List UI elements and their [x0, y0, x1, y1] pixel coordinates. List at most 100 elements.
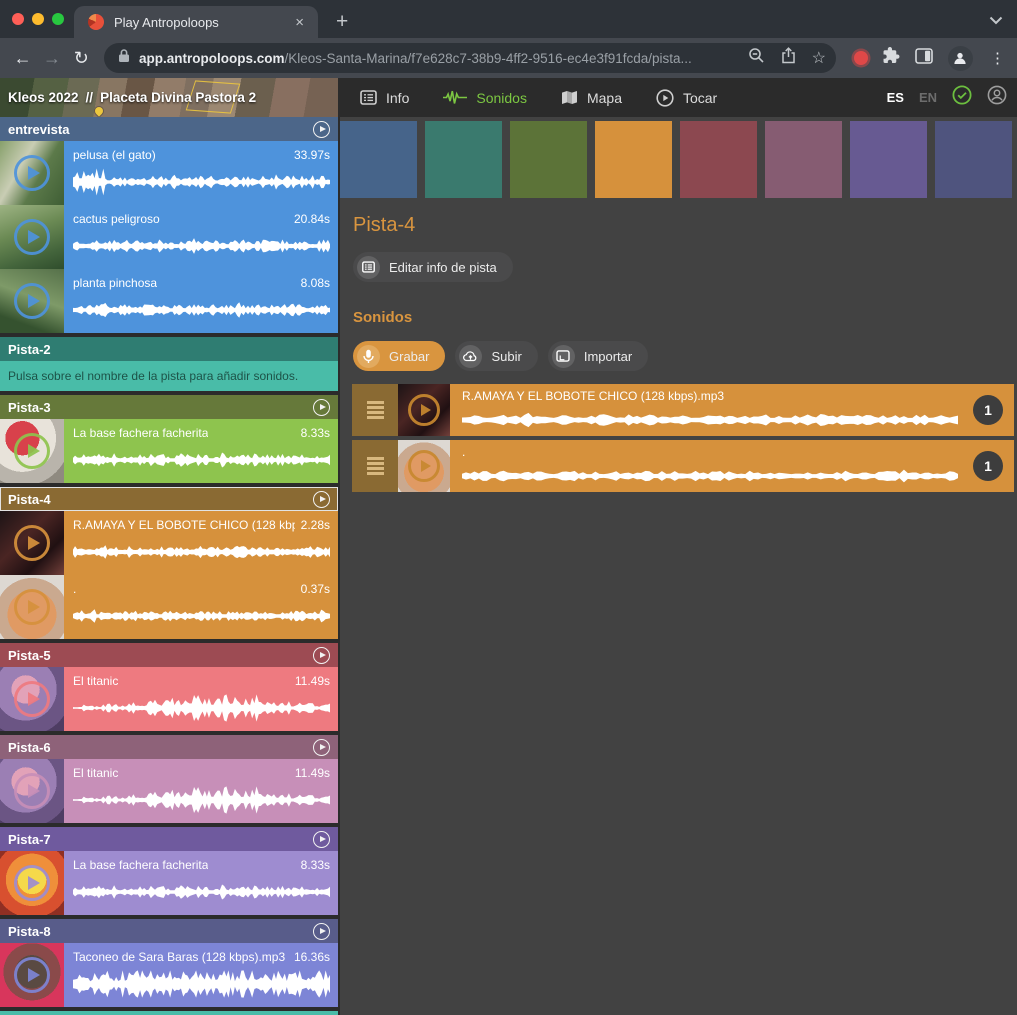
- extensions-puzzle-icon[interactable]: [883, 47, 900, 69]
- drag-handle-icon[interactable]: [352, 440, 398, 492]
- tab-close-icon[interactable]: ×: [291, 14, 308, 31]
- clip-thumbnail[interactable]: [0, 511, 64, 575]
- clip-play-icon[interactable]: [14, 681, 50, 717]
- sound-row-ramaya[interactable]: R.AMAYA Y EL BOBOTE CHICO (128 kbps).mp3…: [352, 384, 1014, 436]
- address-bar[interactable]: app.antropoloops.com/Kleos-Santa-Marina/…: [104, 43, 836, 73]
- track-play-button[interactable]: [313, 491, 330, 508]
- breadcrumb-project[interactable]: Kleos 2022: [8, 90, 79, 105]
- clip-el-titanic[interactable]: El titanic11.49s: [0, 667, 338, 731]
- clip-thumbnail[interactable]: [0, 667, 64, 731]
- clip-dot[interactable]: .0.37s: [0, 575, 338, 639]
- clip-play-icon[interactable]: [14, 433, 50, 469]
- track-name: Pista-2: [8, 342, 330, 357]
- clip-play-icon[interactable]: [14, 155, 50, 191]
- reload-button[interactable]: ↻: [69, 43, 94, 73]
- breadcrumb[interactable]: Kleos 2022 // Placeta Divina Pastora 2: [0, 78, 338, 117]
- clip-title: Taconeo de Sara Baras (128 kbps).mp3: [73, 950, 285, 964]
- profile-avatar[interactable]: [948, 46, 973, 71]
- track-play-button[interactable]: [313, 831, 330, 848]
- breadcrumb-page[interactable]: Placeta Divina Pastora 2: [100, 90, 256, 105]
- clip-thumbnail[interactable]: [0, 759, 64, 823]
- track-header-pista-7[interactable]: Pista-7: [0, 827, 338, 851]
- clip-play-icon[interactable]: [14, 525, 50, 561]
- track-play-button[interactable]: [313, 923, 330, 940]
- clip-ramaya[interactable]: R.AMAYA Y EL BOBOTE CHICO (128 kbps)....…: [0, 511, 338, 575]
- clip-play-icon[interactable]: [14, 283, 50, 319]
- recorder-extension-icon[interactable]: [854, 51, 868, 65]
- clip-play-icon[interactable]: [14, 957, 50, 993]
- side-panel-icon[interactable]: [915, 48, 933, 69]
- tab-search-chevron-icon[interactable]: [989, 12, 1003, 30]
- track-header-entrevista[interactable]: entrevista: [0, 117, 338, 141]
- track-header-pista-4[interactable]: Pista-4: [0, 487, 338, 511]
- swatch-track-8[interactable]: [935, 121, 1012, 198]
- sound-count-badge[interactable]: 1: [973, 395, 1003, 425]
- track-play-button[interactable]: [313, 647, 330, 664]
- sound-list: R.AMAYA Y EL BOBOTE CHICO (128 kbps).mp3…: [352, 384, 1014, 492]
- import-button[interactable]: Importar: [548, 341, 648, 371]
- clip-play-icon[interactable]: [14, 589, 50, 625]
- sound-row-dot[interactable]: . 1: [352, 440, 1014, 492]
- swatch-track-3[interactable]: [510, 121, 587, 198]
- clip-la-base-fachera-2[interactable]: La base fachera facherita8.33s: [0, 851, 338, 915]
- clip-thumbnail[interactable]: [0, 851, 64, 915]
- back-button[interactable]: ←: [10, 43, 35, 73]
- track-play-button[interactable]: [313, 121, 330, 138]
- clip-thumbnail[interactable]: [0, 269, 64, 333]
- drag-handle-icon[interactable]: [352, 384, 398, 436]
- clip-thumbnail[interactable]: [0, 419, 64, 483]
- sound-count-badge[interactable]: 1: [973, 451, 1003, 481]
- window-minimize-button[interactable]: [32, 13, 44, 25]
- account-icon[interactable]: [987, 85, 1007, 110]
- bookmark-star-icon[interactable]: ☆: [812, 48, 826, 68]
- clip-el-titanic-2[interactable]: El titanic11.49s: [0, 759, 338, 823]
- tab-info[interactable]: Info: [360, 90, 409, 106]
- clip-planta[interactable]: planta pinchosa8.08s: [0, 269, 338, 333]
- forward-button[interactable]: →: [39, 43, 64, 73]
- share-icon[interactable]: [781, 47, 796, 69]
- upload-button[interactable]: Subir: [455, 341, 537, 371]
- sound-play-icon[interactable]: [408, 450, 440, 482]
- sound-thumbnail[interactable]: [398, 440, 450, 492]
- clip-thumbnail[interactable]: [0, 205, 64, 269]
- track-header-pista-3[interactable]: Pista-3: [0, 395, 338, 419]
- track-header-pista-6[interactable]: Pista-6: [0, 735, 338, 759]
- record-button[interactable]: Grabar: [353, 341, 445, 371]
- lang-es[interactable]: ES: [887, 90, 904, 105]
- tab-tocar[interactable]: Tocar: [656, 89, 717, 107]
- sound-play-icon[interactable]: [408, 394, 440, 426]
- lang-en[interactable]: EN: [919, 90, 937, 105]
- sound-thumbnail[interactable]: [398, 384, 450, 436]
- browser-tab[interactable]: Play Antropoloops ×: [74, 6, 318, 38]
- new-tab-button[interactable]: +: [336, 8, 348, 36]
- sync-check-icon[interactable]: [952, 85, 972, 110]
- track-header-pista-2[interactable]: Pista-2: [0, 337, 338, 361]
- zoom-out-icon[interactable]: [748, 47, 765, 69]
- clip-play-icon[interactable]: [14, 219, 50, 255]
- track-header-pista-5[interactable]: Pista-5: [0, 643, 338, 667]
- clip-play-icon[interactable]: [14, 865, 50, 901]
- clip-thumbnail[interactable]: [0, 575, 64, 639]
- swatch-track-1[interactable]: [340, 121, 417, 198]
- browser-menu-icon[interactable]: ⋮: [988, 49, 1007, 67]
- swatch-track-4[interactable]: [595, 121, 672, 198]
- track-header-pista-8[interactable]: Pista-8: [0, 919, 338, 943]
- swatch-track-2[interactable]: [425, 121, 502, 198]
- clip-la-base-fachera[interactable]: La base fachera facherita8.33s: [0, 419, 338, 483]
- clip-pelusa[interactable]: pelusa (el gato)33.97s: [0, 141, 338, 205]
- tab-mapa[interactable]: Mapa: [561, 90, 622, 106]
- clip-play-icon[interactable]: [14, 773, 50, 809]
- window-fullscreen-button[interactable]: [52, 13, 64, 25]
- window-close-button[interactable]: [12, 13, 24, 25]
- clip-thumbnail[interactable]: [0, 141, 64, 205]
- track-play-button[interactable]: [313, 739, 330, 756]
- clip-taconeo[interactable]: Taconeo de Sara Baras (128 kbps).mp316.3…: [0, 943, 338, 1007]
- track-play-button[interactable]: [313, 399, 330, 416]
- swatch-track-7[interactable]: [850, 121, 927, 198]
- clip-thumbnail[interactable]: [0, 943, 64, 1007]
- clip-cactus[interactable]: cactus peligroso20.84s: [0, 205, 338, 269]
- tab-sonidos[interactable]: Sonidos: [443, 90, 527, 106]
- swatch-track-6[interactable]: [765, 121, 842, 198]
- swatch-track-5[interactable]: [680, 121, 757, 198]
- edit-track-info-button[interactable]: Editar info de pista: [353, 252, 513, 282]
